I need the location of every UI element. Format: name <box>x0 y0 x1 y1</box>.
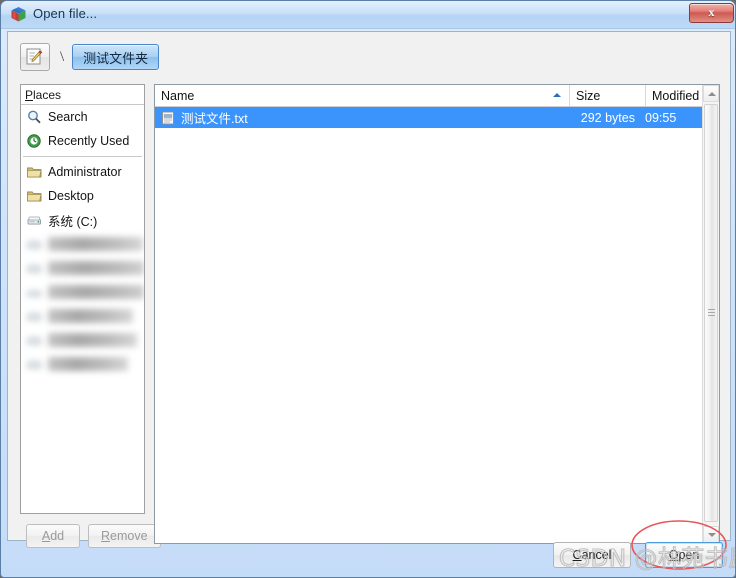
sidebar-item-label: ████████ (D:) <box>48 237 144 251</box>
file-list-header: Name Size Modified <box>155 85 719 107</box>
open-button[interactable]: Open <box>645 542 723 568</box>
sidebar-item-label: █████████ <box>48 357 128 371</box>
sidebar-item-system-drive-c[interactable]: 系统 (C:) <box>21 208 144 232</box>
close-icon: x <box>708 5 715 19</box>
window-title: Open file... <box>33 6 98 21</box>
open-button-mnemonic: O <box>668 548 679 562</box>
column-header-name[interactable]: Name <box>155 85 569 106</box>
cancel-button-label: ancel <box>581 548 612 562</box>
file-list-rows: 测试文件.txt 292 bytes 09:55 <box>155 107 719 128</box>
open-button-label: pen <box>678 548 700 562</box>
path-breadcrumb-bar: \ 测试文件夹 <box>20 42 160 72</box>
file-list-panel[interactable]: Name Size Modified 测试文件.txt 292 bytes 09… <box>154 84 720 544</box>
column-header-label: Size <box>576 88 601 103</box>
folder-icon <box>26 188 43 204</box>
sidebar-item-administrator[interactable]: Administrator <box>21 160 144 184</box>
folder-icon <box>26 164 43 180</box>
table-row[interactable]: 测试文件.txt 292 bytes 09:55 <box>155 107 719 128</box>
sidebar-item-label: Administrator <box>48 165 122 179</box>
sidebar-item-extra-2[interactable]: █████████ <box>21 352 144 376</box>
breadcrumb-button-current-folder[interactable]: 测试文件夹 <box>72 44 160 70</box>
drive-icon <box>26 284 43 300</box>
file-name-label: 测试文件.txt <box>181 112 248 126</box>
clock-icon <box>26 133 43 149</box>
close-button[interactable]: x <box>689 3 734 23</box>
column-header-size[interactable]: Size <box>569 85 645 106</box>
cancel-button[interactable]: Cancel <box>553 542 631 568</box>
sidebar-item-extra-1[interactable]: ██████████ <box>21 328 144 352</box>
sidebar-item-label: Desktop <box>48 189 94 203</box>
sidebar-divider <box>23 156 142 157</box>
sidebar-item-label: ███████ (F:) <box>48 309 133 323</box>
drive-icon <box>26 260 43 276</box>
file-list-vertical-scrollbar[interactable] <box>702 85 719 543</box>
sidebar-item-network-location[interactable]: ████████████ <box>21 280 144 304</box>
file-size-cell: 292 bytes <box>580 110 635 125</box>
sidebar-item-desktop[interactable]: Desktop <box>21 184 144 208</box>
sidebar-item-search[interactable]: Search <box>21 105 144 129</box>
places-sidebar[interactable]: Places Search Recently Used Administrato… <box>20 84 145 514</box>
drive-icon <box>26 212 43 228</box>
drive-icon <box>26 356 43 372</box>
open-file-dialog-window: Open file... x \ 测试文件夹 Places Search Rec… <box>0 0 736 578</box>
chevron-up-icon <box>708 92 716 96</box>
drive-icon <box>26 236 43 252</box>
path-separator: \ <box>60 48 65 65</box>
scrollbar-grip-icon <box>708 309 715 317</box>
path-edit-toggle-button[interactable] <box>20 43 50 71</box>
places-header: Places <box>21 85 144 105</box>
text-file-icon <box>161 111 175 125</box>
file-name-cell: 测试文件.txt <box>155 108 559 127</box>
drive-icon <box>26 308 43 324</box>
sidebar-item-label: █████████ (E:) <box>48 261 144 275</box>
places-header-rest: laces <box>33 88 62 102</box>
sidebar-item-label: Search <box>48 110 88 124</box>
sidebar-item-recently-used[interactable]: Recently Used <box>21 129 144 153</box>
title-bar: Open file... x <box>1 1 735 29</box>
sidebar-item-label: ████████████ <box>48 285 144 299</box>
sidebar-item-label: Recently Used <box>48 134 130 148</box>
places-header-mnemonic: P <box>25 88 34 102</box>
drive-icon <box>26 332 43 348</box>
dialog-footer: Cancel Open <box>7 541 731 573</box>
cancel-button-mnemonic: C <box>572 548 582 562</box>
cube-app-icon <box>10 6 27 23</box>
magnifier-icon <box>26 109 43 125</box>
column-header-label: Modified <box>652 88 700 103</box>
sidebar-item-label: ██████████ <box>48 333 137 347</box>
sidebar-item-drive-e[interactable]: █████████ (E:) <box>21 256 144 280</box>
chevron-down-icon <box>708 533 716 537</box>
sidebar-item-drive-d[interactable]: ████████ (D:) <box>21 232 144 256</box>
dialog-content-area: \ 测试文件夹 Places Search Recently Used Admi… <box>7 31 731 548</box>
sort-ascending-icon <box>553 93 561 97</box>
scrollbar-thumb[interactable] <box>704 104 718 522</box>
column-header-label: Name <box>161 88 195 103</box>
sidebar-item-label: 系统 (C:) <box>48 214 98 229</box>
scroll-up-button[interactable] <box>703 85 719 102</box>
sidebar-item-drive-f[interactable]: ███████ (F:) <box>21 304 144 328</box>
